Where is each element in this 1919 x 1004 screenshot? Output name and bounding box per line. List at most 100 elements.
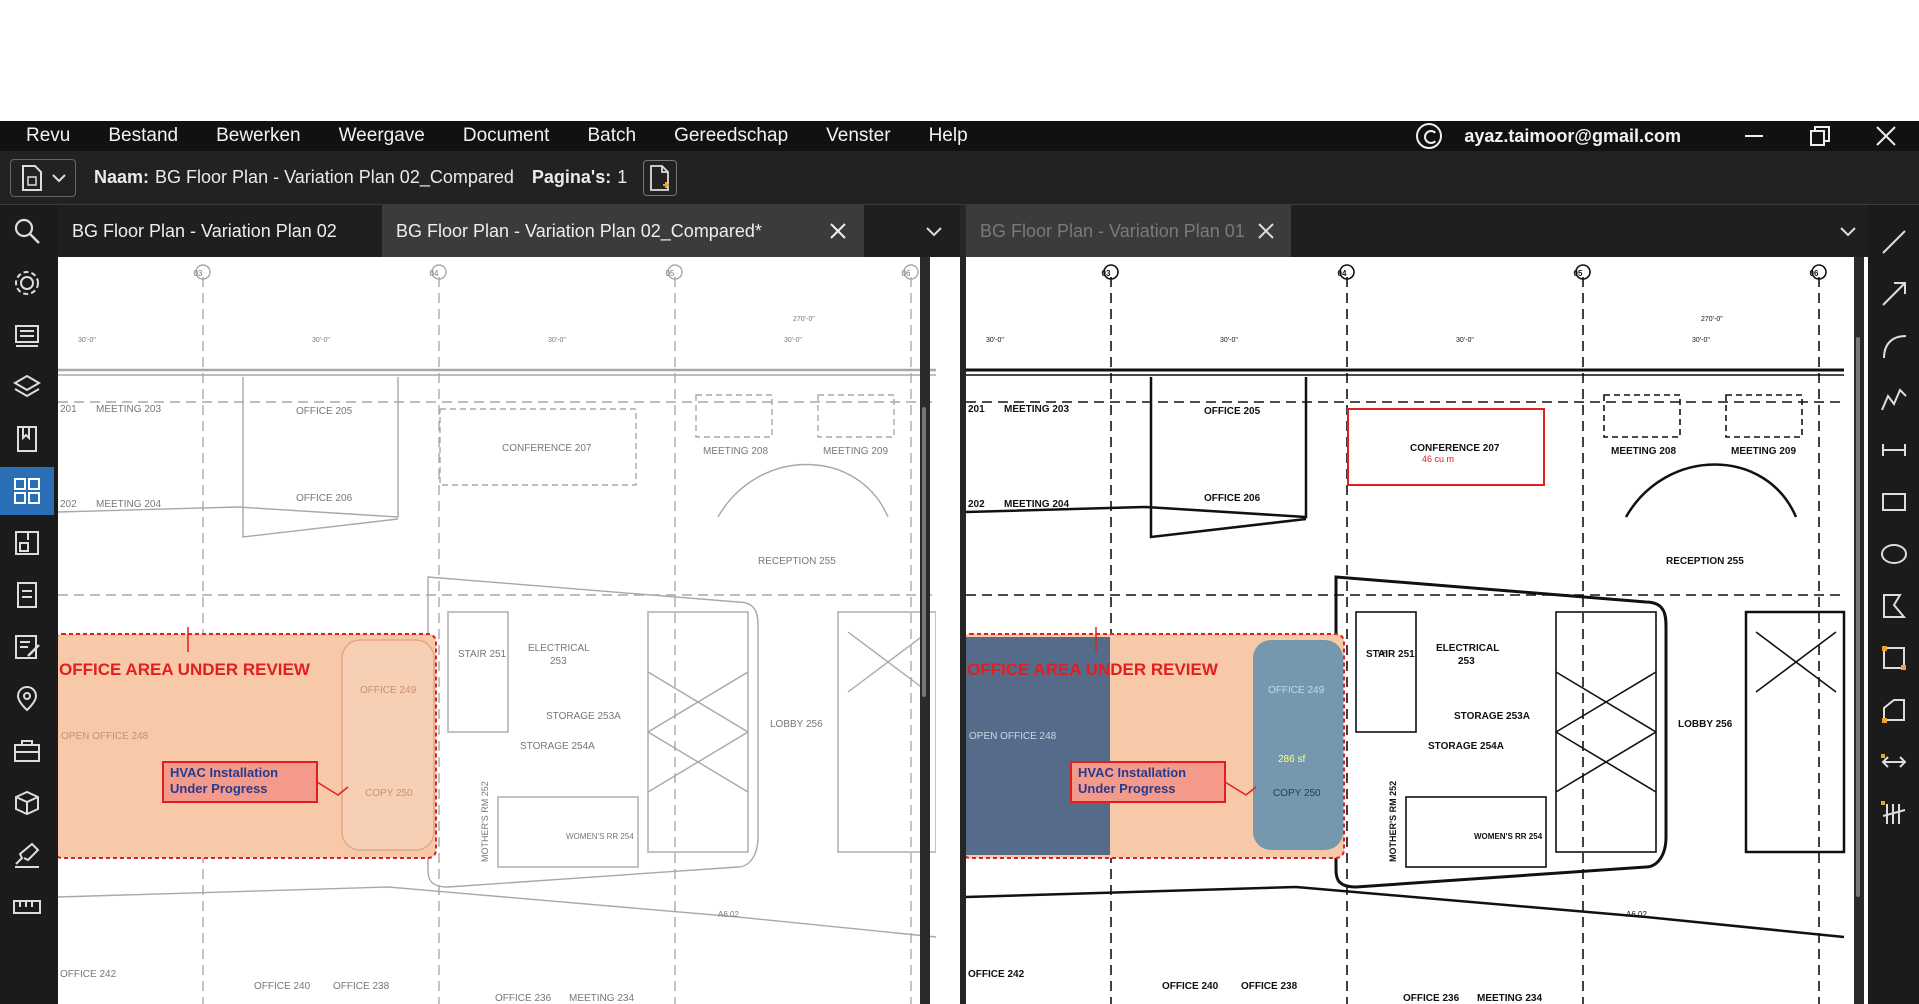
dimension-total: 270'-0" bbox=[1701, 316, 1723, 323]
menu-help[interactable]: Help bbox=[929, 125, 968, 147]
tab-variation-plan-01[interactable]: BG Floor Plan - Variation Plan 01 bbox=[966, 205, 1291, 257]
menu-document[interactable]: Document bbox=[463, 125, 550, 147]
settings-button[interactable] bbox=[0, 259, 54, 307]
new-document-button[interactable] bbox=[643, 159, 678, 196]
search-icon bbox=[14, 218, 40, 244]
scrollbar-thumb[interactable] bbox=[922, 407, 926, 697]
dimension-bay: 30'-0" bbox=[312, 337, 330, 344]
polygon-tool-icon bbox=[1882, 594, 1906, 618]
line-tool-button[interactable] bbox=[1868, 219, 1919, 265]
restore-button[interactable] bbox=[1787, 121, 1853, 151]
close-tab-icon[interactable] bbox=[1256, 221, 1276, 241]
room-label: OFFICE 206 bbox=[1204, 493, 1261, 504]
print-button[interactable] bbox=[0, 311, 54, 359]
toolbox-button[interactable] bbox=[0, 727, 54, 775]
left-document-view[interactable]: 03 04 05 06 270'-0" 30'-0" 30'-0" 30'-0"… bbox=[58, 257, 936, 1004]
markups-list-icon bbox=[15, 635, 40, 659]
chevron-down-icon bbox=[52, 173, 66, 182]
room-label: WOMEN'S RR 254 bbox=[566, 832, 634, 841]
tab-list-chevron-icon[interactable] bbox=[1838, 221, 1858, 241]
room-label: RECEPTION 255 bbox=[1666, 556, 1744, 567]
room-label: OFFICE 249 bbox=[360, 685, 417, 696]
tab-label: BG Floor Plan - Variation Plan 02_Compar… bbox=[396, 220, 762, 241]
close-icon bbox=[1876, 126, 1896, 146]
rectangle-tool-button[interactable] bbox=[1868, 479, 1919, 525]
tab-label: BG Floor Plan - Variation Plan 02 bbox=[72, 220, 337, 241]
room-label: MEETING 204 bbox=[96, 499, 161, 510]
length-measure-button[interactable] bbox=[1868, 739, 1919, 785]
volume-measurement: 46 cu m bbox=[1422, 454, 1454, 464]
thumbnails-button[interactable] bbox=[0, 467, 54, 515]
name-label: Naam: bbox=[94, 167, 150, 187]
polygon-tool-button[interactable] bbox=[1868, 583, 1919, 629]
sheet-reference: A6.02 bbox=[718, 910, 739, 919]
menu-weergave[interactable]: Weergave bbox=[339, 125, 425, 147]
page-properties-button[interactable] bbox=[0, 519, 54, 567]
dimension-bay: 30'-0" bbox=[1692, 337, 1710, 344]
settings-gear-icon bbox=[15, 271, 39, 295]
close-window-button[interactable] bbox=[1853, 121, 1919, 151]
minimize-button[interactable] bbox=[1721, 121, 1787, 151]
user-email[interactable]: ayaz.taimoor@gmail.com bbox=[1464, 126, 1681, 147]
ellipse-tool-icon bbox=[1880, 544, 1907, 564]
restore-icon bbox=[1810, 126, 1830, 146]
empty-header-area bbox=[0, 0, 1919, 121]
new-page-icon bbox=[650, 164, 670, 191]
count-measure-button[interactable] bbox=[1868, 791, 1919, 837]
menu-gereedschap[interactable]: Gereedschap bbox=[674, 125, 788, 147]
ellipse-tool-button[interactable] bbox=[1868, 531, 1919, 577]
grid-label: 06 bbox=[1810, 269, 1819, 278]
room-label: OFFICE 236 bbox=[495, 993, 552, 1004]
room-label: MEETING 203 bbox=[96, 404, 161, 415]
tab-variation-plan-02[interactable]: BG Floor Plan - Variation Plan 02 bbox=[58, 205, 382, 257]
markups-list-button[interactable] bbox=[0, 623, 54, 671]
vertical-scrollbar[interactable] bbox=[1854, 257, 1864, 1004]
sheet-reference: A6.02 bbox=[1626, 910, 1647, 919]
area-measure-button[interactable] bbox=[1868, 635, 1919, 681]
places-button[interactable] bbox=[0, 675, 54, 723]
menu-batch[interactable]: Batch bbox=[587, 125, 636, 147]
perimeter-measure-button[interactable] bbox=[1868, 687, 1919, 733]
document-dropdown[interactable] bbox=[10, 158, 76, 197]
room-label: OFFICE 240 bbox=[1162, 981, 1219, 992]
menu-bestand[interactable]: Bestand bbox=[108, 125, 178, 147]
close-tab-icon[interactable] bbox=[828, 221, 848, 241]
room-label: MEETING 204 bbox=[1004, 499, 1069, 510]
menu-revu[interactable]: Revu bbox=[26, 125, 70, 147]
room-label: ELECTRICAL bbox=[528, 643, 590, 654]
room-label: 253 bbox=[550, 656, 567, 667]
room-label: COPY 250 bbox=[1273, 788, 1321, 799]
grid-label: 03 bbox=[1102, 269, 1111, 278]
room-label: OPEN OFFICE 248 bbox=[969, 731, 1057, 742]
dimension-tool-button[interactable] bbox=[1868, 427, 1919, 473]
vertical-scrollbar[interactable] bbox=[920, 257, 930, 1004]
bookmarks-button[interactable] bbox=[0, 415, 54, 463]
menu-venster[interactable]: Venster bbox=[826, 125, 890, 147]
arrow-tool-button[interactable] bbox=[1868, 271, 1919, 317]
tab-variation-plan-02-compared[interactable]: BG Floor Plan - Variation Plan 02_Compar… bbox=[382, 205, 864, 257]
menu-bar: Revu Bestand Bewerken Weergave Document … bbox=[0, 121, 1919, 151]
file-list-icon bbox=[17, 582, 37, 608]
menu-bewerken[interactable]: Bewerken bbox=[216, 125, 301, 147]
document-icon bbox=[22, 164, 42, 191]
area-measurement-value: 286 sf bbox=[1278, 754, 1305, 765]
tab-list-chevron-icon[interactable] bbox=[924, 221, 944, 241]
dimension-total: 270'-0" bbox=[793, 316, 815, 323]
scrollbar-thumb[interactable] bbox=[1856, 337, 1860, 897]
file-list-button[interactable] bbox=[0, 571, 54, 619]
layers-button[interactable] bbox=[0, 363, 54, 411]
toolbox-icon bbox=[14, 740, 40, 762]
right-document-view[interactable]: 03 04 05 06 270'-0" 30'-0" 30'-0" 30'-0"… bbox=[966, 257, 1868, 1004]
signature-button[interactable] bbox=[0, 831, 54, 879]
count-measure-icon bbox=[1880, 801, 1905, 824]
search-button[interactable] bbox=[0, 207, 54, 255]
measurements-button[interactable] bbox=[0, 883, 54, 931]
grid-label: 05 bbox=[666, 269, 675, 278]
room-label: MEETING 203 bbox=[1004, 404, 1069, 415]
arc-tool-button[interactable] bbox=[1868, 323, 1919, 369]
account-icon[interactable] bbox=[1416, 123, 1443, 149]
3d-view-button[interactable] bbox=[0, 779, 54, 827]
room-label: WOMEN'S RR 254 bbox=[1474, 832, 1543, 841]
polyline-tool-button[interactable] bbox=[1868, 375, 1919, 421]
polyline-tool-icon bbox=[1880, 388, 1907, 411]
